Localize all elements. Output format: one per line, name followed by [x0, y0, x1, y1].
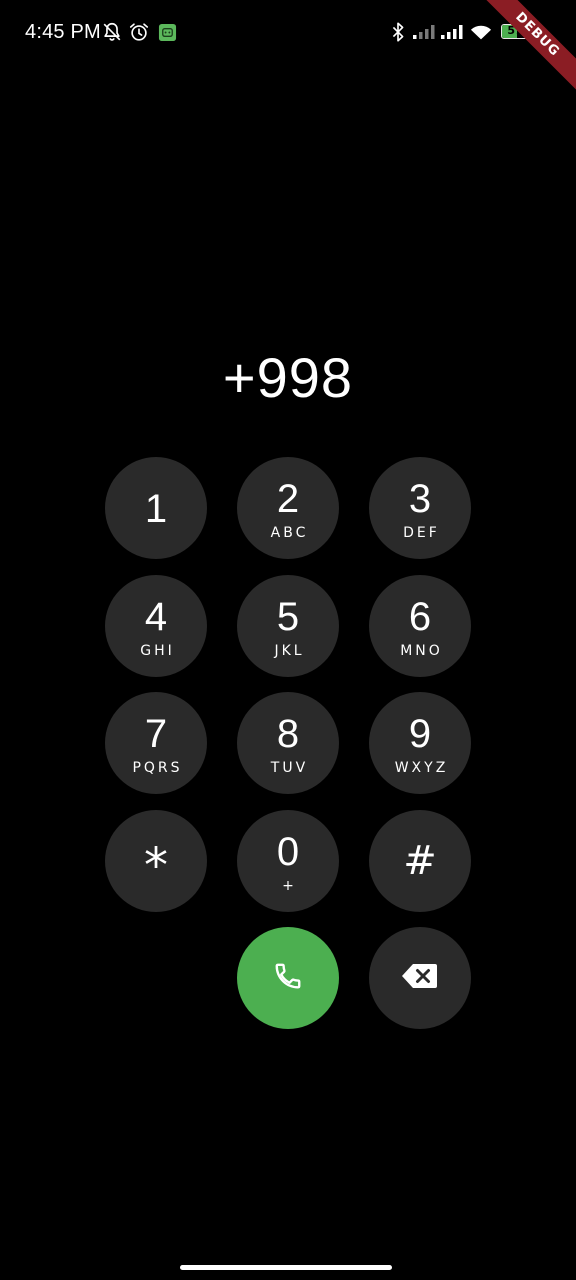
key-letters: + [282, 878, 294, 894]
key-2[interactable]: 2 ABC [237, 457, 339, 559]
key-3[interactable]: 3 DEF [369, 457, 471, 559]
wifi-icon [470, 20, 492, 44]
key-9[interactable]: 9 WXYZ [369, 692, 471, 794]
key-digit: 8 [276, 712, 300, 756]
signal-weak-icon [412, 20, 436, 44]
key-1[interactable]: 1 [105, 457, 207, 559]
bell-off-icon [101, 20, 123, 44]
key-digit: 3 [408, 477, 432, 521]
key-letters: MNO [400, 643, 443, 659]
key-letters: DEF [403, 525, 440, 541]
key-6[interactable]: 6 MNO [369, 575, 471, 677]
status-bar: 4:45 PM 57 [0, 0, 576, 64]
key-digit: 5 [276, 595, 300, 639]
key-digit: * [144, 838, 168, 894]
backspace-icon [401, 962, 439, 995]
key-star[interactable]: * [105, 810, 207, 912]
bluetooth-icon [389, 20, 407, 44]
key-letters: WXYZ [394, 760, 449, 776]
key-7[interactable]: 7 PQRS [105, 692, 207, 794]
key-letters: TUV [270, 760, 309, 776]
key-5[interactable]: 5 JKL [237, 575, 339, 677]
home-indicator[interactable] [180, 1265, 392, 1270]
key-digit: # [403, 838, 437, 884]
key-0[interactable]: 0 + [237, 810, 339, 912]
dialer-screen: 4:45 PM 57 DEBUG +998 1 2 ABC 3 DEF 4 GH… [0, 0, 576, 1280]
key-letters: GHI [140, 643, 175, 659]
key-digit: 7 [144, 712, 168, 756]
key-8[interactable]: 8 TUV [237, 692, 339, 794]
key-4[interactable]: 4 GHI [105, 575, 207, 677]
phone-icon [273, 961, 303, 996]
key-hash[interactable]: # [369, 810, 471, 912]
key-letters: PQRS [132, 760, 183, 776]
alarm-icon [128, 20, 150, 44]
key-digit: 4 [144, 595, 168, 639]
backspace-button[interactable] [369, 927, 471, 1029]
signal-strong-icon [440, 20, 464, 44]
key-digit: 6 [408, 595, 432, 639]
status-time: 4:45 PM [25, 21, 101, 43]
key-letters: ABC [270, 525, 309, 541]
key-digit: 2 [276, 477, 300, 521]
key-digit: 9 [408, 712, 432, 756]
call-button[interactable] [237, 927, 339, 1029]
key-letters: JKL [274, 643, 305, 659]
dialed-number-display: +998 [222, 346, 354, 409]
notification-app-icon [157, 20, 177, 44]
key-digit: 1 [144, 487, 168, 531]
key-digit: 0 [276, 830, 300, 874]
